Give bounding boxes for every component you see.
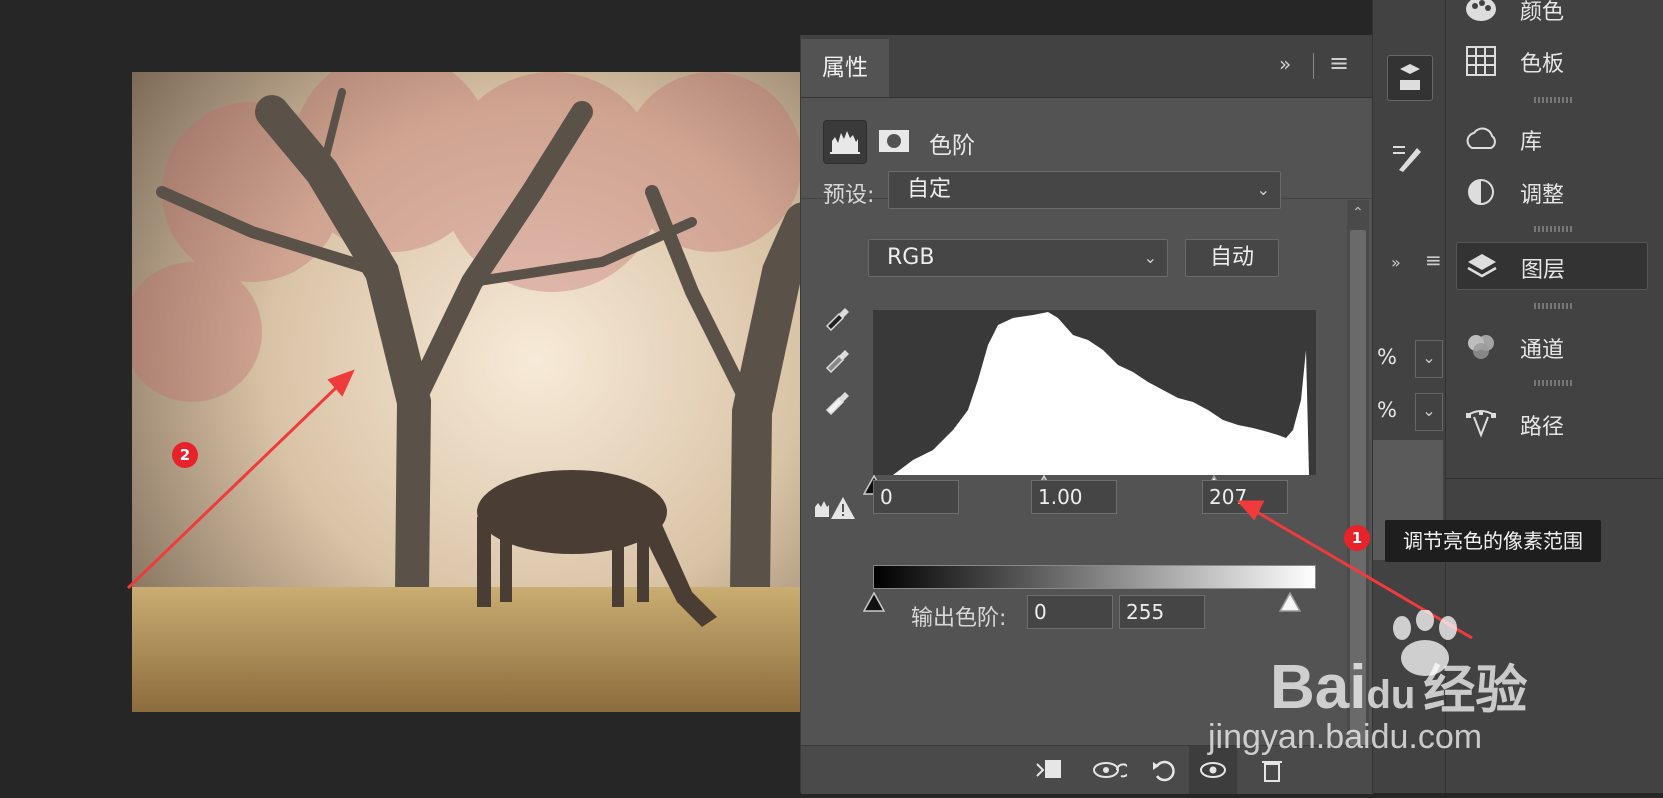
watermark-url: jingyan.baidu.com [1208, 718, 1483, 756]
annotation-marker-2: 2 [172, 442, 198, 468]
watermark-brand: Bai [1270, 653, 1367, 722]
watermark-jingyan: 经验 [1423, 662, 1528, 720]
annotation-marker-1: 1 [1344, 525, 1370, 551]
annotation-tooltip: 调节亮色的像素范围 [1385, 520, 1601, 562]
watermark-du: du [1366, 673, 1416, 717]
